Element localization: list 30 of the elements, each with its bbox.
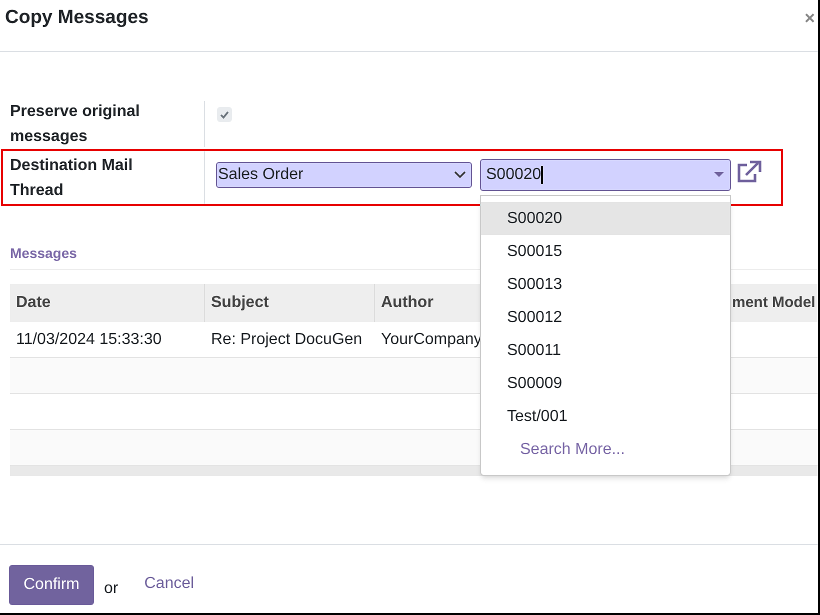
chevron-icon — [454, 170, 466, 178]
column-header: Author — [381, 293, 434, 313]
external-link-icon[interactable] — [737, 160, 762, 184]
field-label: Destination Mail Thread — [10, 156, 134, 200]
close-button[interactable]: × — [804, 8, 815, 26]
record-field[interactable]: S00020 — [480, 158, 731, 190]
dropdown-option[interactable]: S00020 — [481, 202, 730, 235]
section-title: Messages — [10, 244, 77, 263]
or-text: or — [104, 579, 118, 599]
column-header: Date — [16, 293, 51, 313]
dropdown-option[interactable]: S00009 — [481, 367, 730, 400]
dropdown-option[interactable]: S00012 — [481, 301, 730, 334]
search-more-link[interactable]: Search More... — [520, 438, 625, 462]
check-icon — [220, 110, 229, 118]
dropdown-option[interactable]: S00011 — [481, 334, 730, 367]
checkbox[interactable] — [217, 107, 232, 122]
table-cell: YourCompany — [381, 330, 482, 348]
dropdown-option[interactable]: S00013 — [481, 268, 730, 301]
cancel-link[interactable]: Cancel — [144, 572, 194, 596]
confirm-button[interactable]: Confirm — [9, 565, 94, 605]
table-cell: 11/03/2024 15:33:30 — [16, 330, 162, 348]
dialog-title: Copy Messages — [5, 6, 149, 30]
column-header: Subject — [211, 293, 269, 313]
caret-icon — [714, 172, 724, 178]
table-cell: Re: Project DocuGen — [211, 330, 362, 348]
field-label: Preserve original messages — [10, 102, 141, 147]
column-header: ment Model — [732, 292, 816, 313]
model-select[interactable]: Sales Order — [216, 162, 472, 188]
dropdown-option[interactable]: Test/001 — [481, 400, 730, 433]
dropdown-option[interactable]: S00015 — [481, 235, 730, 268]
